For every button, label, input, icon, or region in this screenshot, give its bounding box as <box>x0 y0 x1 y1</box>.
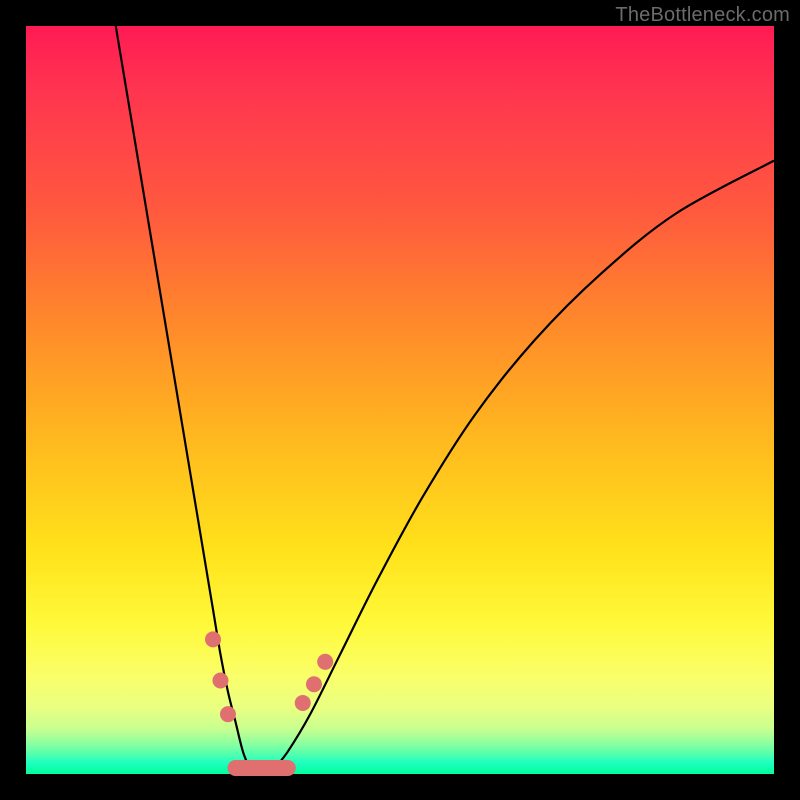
curve-marker <box>295 695 311 711</box>
curve-layer <box>26 26 774 774</box>
curve-marker <box>306 676 322 692</box>
curve-marker <box>212 673 228 689</box>
plot-area <box>26 26 774 774</box>
curve-marker <box>220 706 236 722</box>
marker-group <box>205 631 333 776</box>
curve-right-branch <box>273 161 774 771</box>
chart-frame: TheBottleneck.com <box>0 0 800 800</box>
watermark-text: TheBottleneck.com <box>615 4 790 27</box>
curve-marker <box>205 631 221 647</box>
curve-floor-marker <box>227 760 295 776</box>
curve-marker <box>317 654 333 670</box>
curve-left-branch <box>116 26 251 770</box>
